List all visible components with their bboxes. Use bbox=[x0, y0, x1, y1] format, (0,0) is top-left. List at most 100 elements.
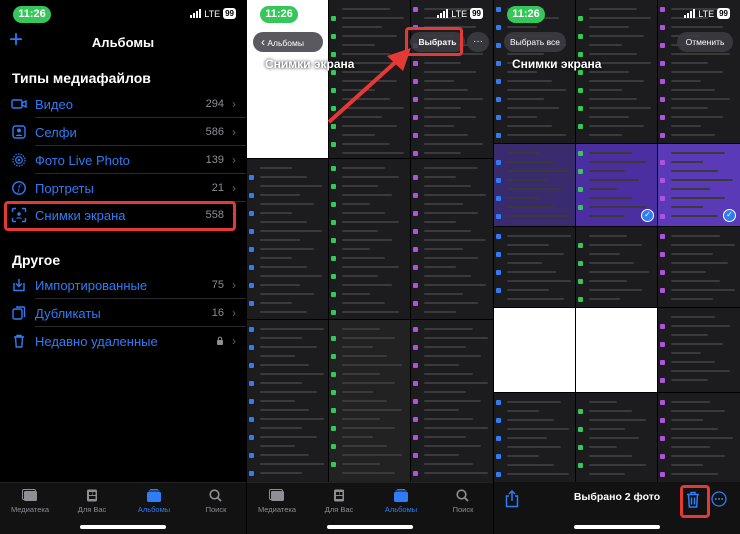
thumbnail-icon bbox=[331, 238, 337, 243]
battery-icon: 99 bbox=[717, 8, 730, 19]
more-circle-icon[interactable] bbox=[711, 491, 727, 507]
thumbnail-icon bbox=[249, 453, 255, 458]
thumbnail-line bbox=[341, 418, 381, 420]
thumbnail-line bbox=[341, 275, 378, 277]
thumbnail-icon bbox=[413, 301, 419, 306]
tab-albums[interactable]: Альбомы bbox=[371, 489, 431, 514]
thumbnail-line bbox=[671, 352, 701, 354]
album-row-imported[interactable]: Импортированные 75 › bbox=[0, 272, 246, 299]
network-type: LTE bbox=[451, 8, 468, 19]
album-row-live-photo[interactable]: Фото Live Photo 139 › bbox=[0, 147, 246, 174]
cancel-button[interactable]: Отменить bbox=[677, 32, 733, 52]
thumbnail-icon bbox=[660, 418, 666, 423]
thumbnail-line bbox=[506, 170, 569, 172]
thumbnail-icon bbox=[413, 435, 419, 440]
thumbnail-line bbox=[259, 364, 310, 366]
thumbnail-icon bbox=[660, 270, 666, 275]
thumbnail-line bbox=[671, 152, 726, 154]
thumbnail-line bbox=[671, 62, 708, 64]
screenshot-thumbnail[interactable] bbox=[494, 227, 575, 307]
thumbnail-line bbox=[588, 98, 637, 100]
screenshot-thumbnail[interactable] bbox=[576, 308, 657, 392]
tab-search[interactable]: Поиск bbox=[433, 489, 493, 514]
thumbnail-line bbox=[259, 176, 307, 178]
thumbnail-icon bbox=[413, 417, 419, 422]
thumbnail-line bbox=[259, 194, 300, 196]
thumbnail-icon bbox=[249, 345, 255, 350]
screenshot-thumbnail[interactable] bbox=[247, 159, 328, 319]
thumbnail-icon bbox=[413, 211, 419, 216]
tab-for-you[interactable]: Для Вас bbox=[309, 489, 369, 514]
screenshot-thumbnail[interactable] bbox=[494, 144, 575, 226]
thumbnail-icon bbox=[496, 252, 502, 257]
thumbnail-line bbox=[671, 161, 704, 163]
thumbnail-line bbox=[341, 176, 400, 178]
thumbnail-icon bbox=[660, 97, 666, 102]
screenshot-thumbnail[interactable] bbox=[329, 320, 410, 484]
chevron-right-icon: › bbox=[232, 153, 236, 167]
thumbnail-line bbox=[259, 427, 303, 429]
thumbnail-line bbox=[424, 80, 454, 82]
thumbnail-icon bbox=[578, 88, 584, 93]
screenshot-thumbnail[interactable] bbox=[658, 393, 740, 484]
album-count: 21 bbox=[211, 182, 224, 194]
screenshot-thumbnail[interactable] bbox=[411, 159, 493, 319]
tab-for-you[interactable]: Для Вас bbox=[62, 489, 122, 514]
screenshot-thumbnail[interactable] bbox=[658, 308, 740, 392]
thumbnail-line bbox=[424, 346, 466, 348]
thumbnail-icon bbox=[249, 301, 255, 306]
screenshot-thumbnail[interactable] bbox=[576, 393, 657, 484]
thumbnail-line bbox=[671, 179, 733, 181]
screenshot-thumbnail[interactable] bbox=[494, 393, 575, 484]
tab-library[interactable]: Медиатека bbox=[247, 489, 307, 514]
thumbnail-icon bbox=[249, 381, 255, 386]
thumbnail-icon bbox=[331, 184, 337, 189]
thumbnail-icon bbox=[413, 133, 419, 138]
thumbnail-line bbox=[259, 239, 300, 241]
thumbnail-line bbox=[341, 436, 373, 438]
albums-icon bbox=[147, 489, 161, 502]
album-count: 16 bbox=[211, 307, 224, 319]
screenshot-thumbnail[interactable] bbox=[494, 308, 575, 392]
screenshot-thumbnail[interactable] bbox=[329, 159, 410, 319]
album-row-video[interactable]: Видео 294 › bbox=[0, 91, 246, 118]
thumbnail-icon bbox=[331, 426, 337, 431]
search-icon bbox=[456, 489, 469, 502]
tab-albums[interactable]: Альбомы bbox=[124, 489, 184, 514]
chevron-right-icon: › bbox=[232, 125, 236, 139]
album-row-portraits[interactable]: f Портреты 21 › bbox=[0, 175, 246, 202]
selected-check-icon[interactable]: ✓ bbox=[641, 209, 654, 222]
thumbnail-line bbox=[588, 26, 630, 28]
tab-search[interactable]: Поиск bbox=[186, 489, 246, 514]
screenshot-thumbnail[interactable] bbox=[576, 227, 657, 307]
thumbnail-line bbox=[506, 53, 545, 55]
thumbnail-line bbox=[424, 302, 479, 304]
screenshot-thumbnail[interactable] bbox=[658, 227, 740, 307]
screenshot-thumbnail[interactable] bbox=[411, 320, 493, 484]
thumbnail-line bbox=[671, 401, 711, 403]
thumbnail-icon bbox=[660, 252, 666, 257]
battery-icon: 99 bbox=[223, 8, 236, 19]
thumbnail-icon bbox=[249, 283, 255, 288]
thumbnail-line bbox=[671, 134, 716, 136]
thumbnail-line bbox=[259, 436, 317, 438]
status-bar: 11:26 LTE 99 bbox=[0, 6, 246, 24]
album-row-selfie[interactable]: Селфи 586 › bbox=[0, 119, 246, 146]
album-row-duplicates[interactable]: Дубликаты 16 › bbox=[0, 300, 246, 327]
thumbnail-line bbox=[424, 266, 457, 268]
thumbnail-line bbox=[671, 410, 726, 412]
thumbnail-icon bbox=[578, 169, 584, 174]
thumbnail-icon bbox=[331, 336, 337, 341]
album-row-recently-deleted[interactable]: Недавно удаленные › bbox=[0, 328, 246, 355]
tab-library[interactable]: Медиатека bbox=[0, 489, 60, 514]
thumbnail-line bbox=[671, 188, 711, 190]
battery-icon: 99 bbox=[470, 8, 483, 19]
screenshot-thumbnail[interactable] bbox=[247, 320, 328, 484]
selected-check-icon[interactable]: ✓ bbox=[723, 209, 736, 222]
arrow-annotation bbox=[327, 48, 411, 124]
thumbnail-icon bbox=[413, 247, 419, 252]
more-button[interactable]: ··· bbox=[467, 32, 489, 52]
thumbnail-line bbox=[506, 280, 571, 282]
select-all-button[interactable]: Выбрать все bbox=[504, 32, 566, 52]
thumbnail-line bbox=[671, 289, 736, 291]
